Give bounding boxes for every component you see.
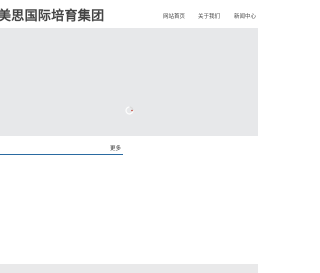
more-link[interactable]: 更多 <box>110 144 121 152</box>
nav-item-about[interactable]: 关于我们 <box>198 12 220 20</box>
page-footer <box>0 264 258 273</box>
site-header: 美思国际培育集团 网站首页 关于我们 新闻中心 <box>0 0 258 28</box>
banner-area <box>0 28 258 136</box>
nav-item-home[interactable]: 网站首页 <box>163 12 185 20</box>
spinner-icon <box>125 106 134 115</box>
section-header: 更多 <box>0 141 123 155</box>
section-divider <box>0 154 123 155</box>
nav-item-news[interactable]: 新闻中心 <box>234 12 256 20</box>
main-nav: 网站首页 关于我们 新闻中心 <box>0 12 258 22</box>
